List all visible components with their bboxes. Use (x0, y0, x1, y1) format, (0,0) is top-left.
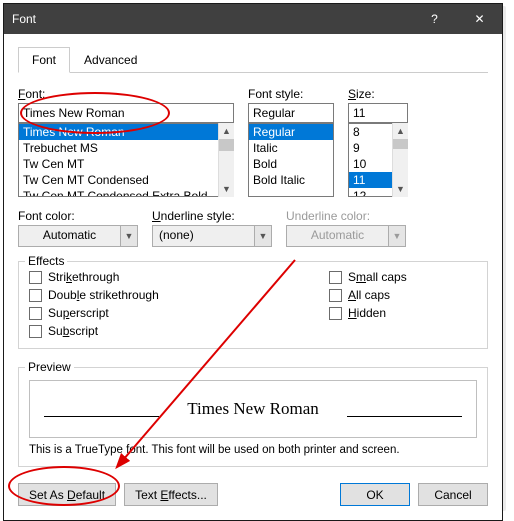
allcaps-checkbox[interactable]: All caps (329, 288, 407, 302)
help-icon: ? (431, 12, 438, 26)
tab-advanced[interactable]: Advanced (70, 47, 151, 73)
tab-strip: Font Advanced (18, 46, 488, 73)
scroll-thumb[interactable] (393, 139, 408, 149)
font-input[interactable] (18, 103, 234, 123)
list-item[interactable]: Trebuchet MS (19, 140, 233, 156)
scroll-down-icon[interactable]: ▼ (219, 181, 234, 197)
preview-text: Times New Roman (187, 399, 319, 419)
list-item[interactable]: Italic (249, 140, 333, 156)
list-item[interactable]: Times New Roman (19, 124, 233, 140)
text-effects-button[interactable]: Text Effects... (124, 483, 218, 506)
chevron-down-icon[interactable]: ▼ (120, 225, 138, 247)
font-color-combo[interactable]: Automatic ▼ (18, 225, 138, 247)
font-style-label: Font style: (248, 87, 334, 101)
list-item[interactable]: Tw Cen MT Condensed (19, 172, 233, 188)
scroll-thumb[interactable] (219, 139, 234, 151)
font-dialog: Font ? ✕ Font Advanced Font: Times New R… (3, 3, 503, 521)
preview-box: Times New Roman (29, 380, 477, 438)
size-label: Size: (348, 87, 408, 101)
effects-group: Effects Strikethrough Double strikethrou… (18, 261, 488, 349)
close-button[interactable]: ✕ (457, 4, 502, 34)
window-title: Font (4, 12, 412, 26)
double-strikethrough-checkbox[interactable]: Double strikethrough (29, 288, 329, 302)
chevron-down-icon: ▼ (388, 225, 406, 247)
scrollbar[interactable]: ▲ ▼ (218, 123, 234, 197)
font-color-label: Font color: (18, 209, 138, 223)
ok-button[interactable]: OK (340, 483, 410, 506)
underline-style-combo[interactable]: (none) ▼ (152, 225, 272, 247)
tab-font[interactable]: Font (18, 47, 70, 73)
effects-label: Effects (25, 254, 67, 268)
list-item[interactable]: Bold (249, 156, 333, 172)
list-item[interactable]: Tw Cen MT (19, 156, 233, 172)
strikethrough-checkbox[interactable]: Strikethrough (29, 270, 329, 284)
list-item[interactable]: Bold Italic (249, 172, 333, 188)
chevron-down-icon[interactable]: ▼ (254, 225, 272, 247)
set-as-default-button[interactable]: Set As Default (18, 483, 116, 506)
hidden-checkbox[interactable]: Hidden (329, 306, 407, 320)
preview-hint: This is a TrueType font. This font will … (29, 444, 477, 456)
font-label: Font: (18, 87, 234, 101)
list-item[interactable]: Regular (249, 124, 333, 140)
superscript-checkbox[interactable]: Superscript (29, 306, 329, 320)
underline-color-combo: Automatic ▼ (286, 225, 406, 247)
close-icon: ✕ (474, 12, 484, 26)
scroll-up-icon[interactable]: ▲ (219, 123, 234, 139)
list-item[interactable]: Tw Cen MT Condensed Extra Bold (19, 188, 233, 197)
subscript-checkbox[interactable]: Subscript (29, 324, 329, 338)
cancel-button[interactable]: Cancel (418, 483, 488, 506)
underline-color-label: Underline color: (286, 209, 406, 223)
scroll-up-icon[interactable]: ▲ (393, 123, 408, 139)
size-input[interactable] (348, 103, 408, 123)
titlebar: Font ? ✕ (4, 4, 502, 34)
smallcaps-checkbox[interactable]: Small caps (329, 270, 407, 284)
font-style-input[interactable] (248, 103, 334, 123)
font-style-list[interactable]: Regular Italic Bold Bold Italic (248, 123, 334, 197)
underline-style-label: Underline style: (152, 209, 272, 223)
preview-group: Preview Times New Roman This is a TrueTy… (18, 367, 488, 467)
help-button[interactable]: ? (412, 4, 457, 34)
preview-label: Preview (25, 360, 74, 374)
scrollbar[interactable]: ▲ ▼ (392, 123, 408, 197)
font-list[interactable]: Times New Roman Trebuchet MS Tw Cen MT T… (18, 123, 234, 197)
scroll-down-icon[interactable]: ▼ (393, 181, 408, 197)
